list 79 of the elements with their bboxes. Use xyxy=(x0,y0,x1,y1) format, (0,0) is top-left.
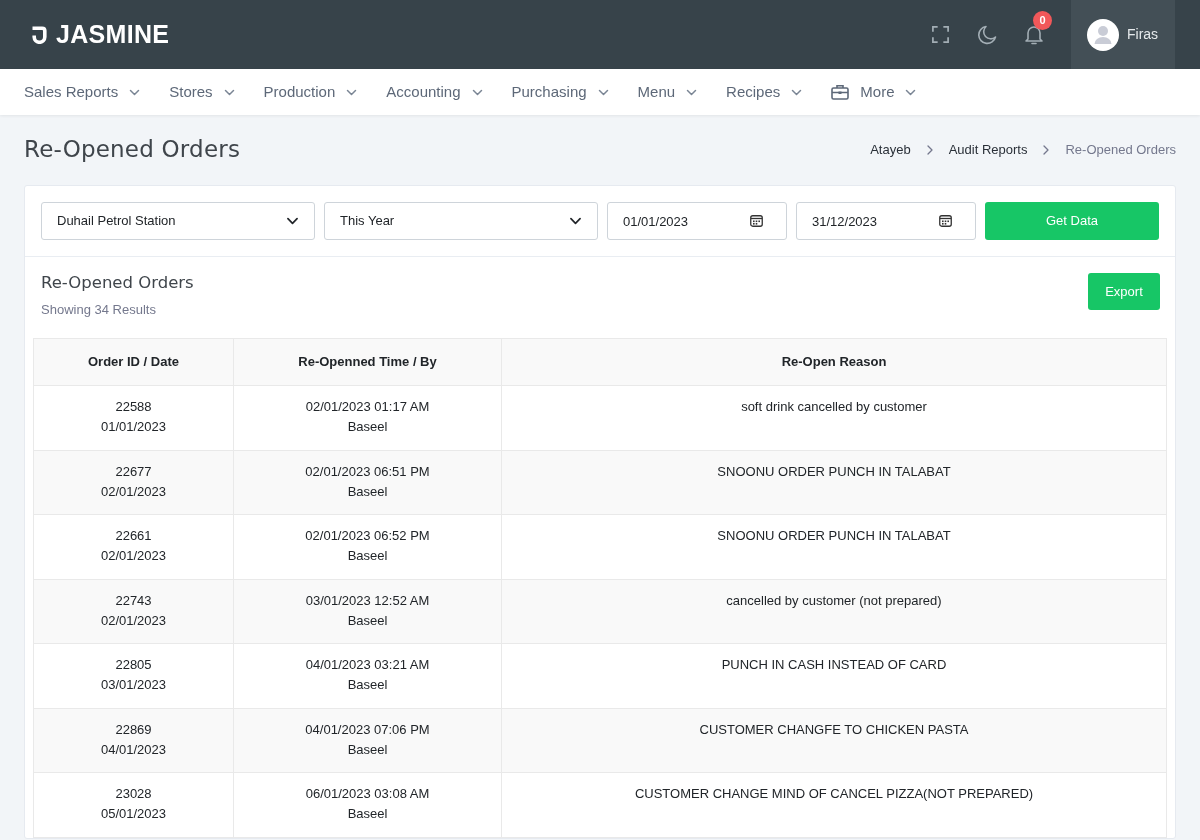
chevron-down-icon xyxy=(129,88,141,96)
menu-item[interactable]: Menu xyxy=(637,80,698,104)
reopen-reason: PUNCH IN CASH INSTEAD OF CARD xyxy=(721,656,947,674)
order-date: 03/01/2023 xyxy=(100,676,167,694)
avatar-icon xyxy=(1087,18,1119,51)
chevron-right-icon xyxy=(926,145,933,155)
reopened-by: Baseel xyxy=(347,547,388,565)
logo-icon xyxy=(32,25,48,44)
order-id: 22805 xyxy=(115,656,152,674)
order-id: 22743 xyxy=(115,591,152,610)
notification-bell-icon[interactable] xyxy=(1024,24,1044,45)
menu-item[interactable]: Purchasing xyxy=(511,80,609,104)
menu-item[interactable]: Recipes xyxy=(726,80,803,104)
menu-item[interactable]: Production xyxy=(263,80,358,104)
reopened-by: Baseel xyxy=(347,482,388,501)
menu-item[interactable]: Sales Reports xyxy=(24,80,141,104)
order-date: 05/01/2023 xyxy=(100,805,167,823)
reopened-time: 02/01/2023 06:51 PM xyxy=(305,462,430,481)
reopened-by: Baseel xyxy=(347,611,388,630)
order-id: 22869 xyxy=(115,720,152,739)
chevron-down-icon xyxy=(597,88,609,96)
reopened-by: Baseel xyxy=(347,740,388,759)
reopened-time: 04/01/2023 07:06 PM xyxy=(305,720,430,739)
order-id: 22661 xyxy=(115,527,152,545)
order-date: 02/01/2023 xyxy=(100,547,167,565)
chevron-down-icon xyxy=(791,88,803,96)
order-id: 23028 xyxy=(115,785,152,803)
order-date: 02/01/2023 xyxy=(100,611,167,630)
logo-text: JASMINE xyxy=(56,22,170,47)
chevron-down-icon xyxy=(346,88,358,96)
menu-item[interactable]: More xyxy=(831,80,917,104)
date-field[interactable]: 31/12/2023 xyxy=(796,202,976,240)
fullscreen-icon[interactable] xyxy=(931,25,950,44)
chevron-down-icon xyxy=(569,217,582,225)
reopened-by: Baseel xyxy=(347,676,388,694)
reopen-reason: SNOONU ORDER PUNCH IN TALABAT xyxy=(717,527,951,545)
breadcrumb-current: Re-Opened Orders xyxy=(1065,141,1176,160)
results-count: Showing 34 Results xyxy=(41,301,157,319)
order-date: 04/01/2023 xyxy=(100,740,167,759)
reopen-reason: cancelled by customer (not prepared) xyxy=(726,591,942,610)
reopen-reason: soft drink cancelled by customer xyxy=(741,398,927,416)
notification-count-badge: 0 xyxy=(1033,11,1052,30)
column-header: Re-Openned Time / By xyxy=(233,338,502,386)
page-title: Re-Opened Orders xyxy=(24,136,241,164)
chevron-down-icon xyxy=(223,88,235,96)
chevron-right-icon xyxy=(1043,145,1050,155)
reopen-reason: SNOONU ORDER PUNCH IN TALABAT xyxy=(717,462,951,481)
reopen-reason: CUSTOMER CHANGFE TO CHICKEN PASTA xyxy=(699,720,969,739)
reopened-time: 02/01/2023 06:52 PM xyxy=(305,527,430,545)
reopen-reason: CUSTOMER CHANGE MIND OF CANCEL PIZZA(NOT PREPARED) xyxy=(634,785,1034,803)
breadcrumb-link[interactable]: Audit Reports xyxy=(948,140,1028,160)
reopened-time: 03/01/2023 12:52 AM xyxy=(305,591,430,610)
chevron-down-icon xyxy=(471,88,483,96)
reopened-by: Baseel xyxy=(347,418,388,436)
calendar-icon xyxy=(939,214,952,227)
menu-item[interactable]: Stores xyxy=(169,80,235,104)
reopened-time: 02/01/2023 01:17 AM xyxy=(305,398,430,416)
chevron-down-icon xyxy=(686,88,698,96)
report-title: Re-Opened Orders xyxy=(41,272,194,294)
dark-mode-icon[interactable] xyxy=(977,24,997,45)
date-field[interactable]: 01/01/2023 xyxy=(607,202,787,240)
calendar-icon xyxy=(750,214,763,227)
order-id: 22588 xyxy=(115,398,152,416)
order-date: 01/01/2023 xyxy=(100,418,167,436)
dropdown-select[interactable]: This Year xyxy=(324,202,598,240)
menu-item[interactable]: Accounting xyxy=(386,80,483,104)
reopened-time: 04/01/2023 03:21 AM xyxy=(305,656,430,674)
chevron-down-icon xyxy=(905,88,917,96)
briefcase-icon xyxy=(831,84,850,100)
reopened-by: Baseel xyxy=(347,805,388,823)
column-header: Re-Open Reason xyxy=(501,338,1167,386)
breadcrumb-link[interactable]: Atayeb xyxy=(870,140,911,160)
chevron-down-icon xyxy=(286,217,299,225)
reopened-time: 06/01/2023 03:08 AM xyxy=(305,785,430,803)
order-id: 22677 xyxy=(115,462,152,481)
column-header: Order ID / Date xyxy=(33,338,234,386)
order-date: 02/01/2023 xyxy=(100,482,167,501)
user-menu[interactable]: Firas xyxy=(1071,0,1175,69)
dropdown-select[interactable]: Duhail Petrol Station xyxy=(41,202,315,240)
